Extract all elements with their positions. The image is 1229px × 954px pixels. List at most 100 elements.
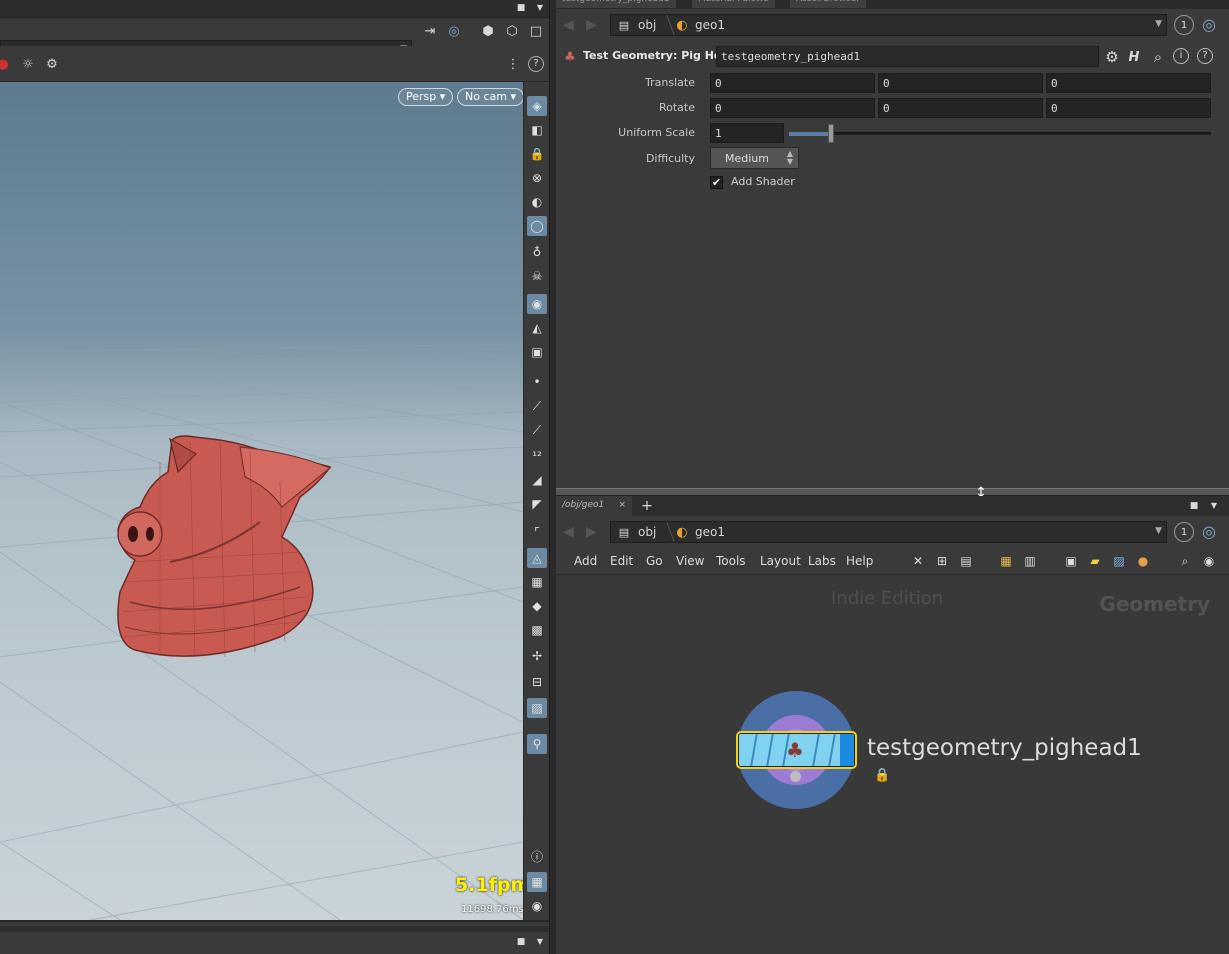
3d-viewport[interactable]: Persp ▾ No cam ▾ 5.1fpm 11698.76ms — [0, 82, 523, 920]
shading-icon[interactable]: ◉ — [527, 294, 547, 314]
target-icon[interactable]: ◎ — [446, 23, 462, 39]
network-box-icon[interactable]: ▣ — [1063, 553, 1079, 569]
rotate-x-field[interactable]: 0 — [710, 98, 875, 118]
info-icon[interactable]: i — [1173, 48, 1189, 64]
link-icon[interactable]: ◎ — [1199, 522, 1219, 542]
eye-icon[interactable]: ◉ — [527, 896, 547, 916]
camera-dropdown[interactable]: No cam ▾ — [457, 88, 523, 106]
help-icon[interactable]: ? — [528, 56, 544, 72]
display-mode-icon[interactable]: ◈ — [527, 96, 547, 116]
param-path-field[interactable]: ▤ obj ◐ geo1 ▼ — [610, 14, 1167, 36]
display-options-icon[interactable]: ⋮ — [504, 56, 522, 72]
checker-icon[interactable]: ▦ — [527, 572, 547, 592]
path-segment-obj[interactable]: obj — [638, 525, 656, 539]
menu-tools[interactable]: Tools — [716, 554, 746, 568]
list-icon[interactable]: ▤ — [958, 553, 974, 569]
pighead-node[interactable]: ♣ — [736, 731, 857, 769]
cubes-icon[interactable]: ⬡ — [504, 23, 520, 39]
point-icon[interactable]: • — [527, 372, 547, 392]
face-icon[interactable]: ◤ — [527, 494, 547, 514]
stack-icon[interactable]: ⊟ — [527, 672, 547, 692]
layout-index-button[interactable]: 1 — [1174, 15, 1194, 35]
lock-icon[interactable]: 🔒 — [527, 144, 547, 164]
forward-arrow-icon[interactable]: ▶ — [586, 524, 597, 540]
menu-help[interactable]: Help — [846, 554, 873, 568]
menu-labs[interactable]: Labs — [808, 554, 836, 568]
network-path-field[interactable]: ▤ obj ◐ geo1 ▼ — [610, 521, 1167, 543]
link-icon[interactable]: ◎ — [1199, 15, 1219, 35]
pin-icon[interactable]: ⇥ — [422, 23, 438, 39]
path-segment-obj[interactable]: obj — [638, 18, 656, 32]
panel-menu-icon[interactable]: ■ — [516, 936, 526, 948]
pane-splitter[interactable] — [549, 0, 556, 954]
node-name-field[interactable]: testgeometry_pighead1 — [716, 46, 1099, 67]
menu-add[interactable]: Add — [574, 554, 597, 568]
tab-asset-browser[interactable]: Asset Browser — [790, 0, 866, 8]
normal-icon[interactable]: ◢ — [527, 470, 547, 490]
add-shader-checkbox[interactable]: ✔ — [710, 176, 723, 189]
grid-icon[interactable]: ▦ — [998, 553, 1014, 569]
panel-menu-icon[interactable]: ■ — [1188, 500, 1200, 512]
translate-x-field[interactable]: 0 — [710, 73, 875, 93]
persp-dropdown[interactable]: Persp ▾ — [398, 88, 454, 106]
uv-icon[interactable]: ▩ — [527, 620, 547, 640]
rotate-y-field[interactable]: 0 — [878, 98, 1043, 118]
pin-location-icon[interactable]: ⚲ — [527, 734, 547, 754]
ground-icon[interactable]: ◬ — [527, 548, 547, 568]
hda-icon[interactable]: H — [1125, 48, 1143, 66]
tools-icon[interactable]: ✕ — [910, 553, 926, 569]
corner-icon[interactable]: ⌜ — [527, 522, 547, 542]
slider-handle[interactable] — [828, 124, 834, 143]
record-icon[interactable]: ● — [0, 57, 9, 71]
back-arrow-icon[interactable]: ◀ — [563, 17, 574, 33]
number-icon[interactable]: ¹² — [527, 446, 547, 466]
table-icon[interactable]: ▥ — [1022, 553, 1038, 569]
node-name-label[interactable]: testgeometry_pighead1 — [867, 735, 1142, 761]
hamburger-icon[interactable]: ● — [1135, 553, 1151, 569]
eye-icon[interactable]: ◉ — [1201, 553, 1217, 569]
info-icon[interactable]: ⓘ — [527, 846, 547, 866]
square-icon[interactable]: □ — [528, 23, 544, 39]
edge-icon[interactable]: ⟋ — [527, 396, 547, 416]
uniform-scale-field[interactable]: 1 — [710, 123, 784, 143]
menu-edit[interactable]: Edit — [610, 554, 633, 568]
translate-z-field[interactable]: 0 — [1046, 73, 1211, 93]
sticky-note-icon[interactable]: ▰ — [1087, 553, 1103, 569]
light-icon[interactable]: ◐ — [527, 192, 547, 212]
snap-icon[interactable]: ☼ — [19, 56, 37, 72]
camera-view-icon[interactable]: ◭ — [527, 318, 547, 338]
panel-arrow-icon[interactable]: ▼ — [535, 936, 545, 948]
grid-layout-icon[interactable]: ▦ — [527, 872, 547, 892]
panel-arrow-icon[interactable]: ▼ — [535, 2, 545, 14]
help-icon[interactable]: ? — [1197, 48, 1213, 64]
search-icon[interactable]: ⌕ — [1149, 48, 1167, 66]
search-icon[interactable]: ⌕ — [1177, 553, 1193, 569]
panel-menu-icon[interactable]: ■ — [516, 2, 526, 14]
close-view-icon[interactable]: ⊗ — [527, 168, 547, 188]
panel-arrow-icon[interactable]: ▼ — [1208, 500, 1220, 512]
layers-icon[interactable]: ◆ — [527, 596, 547, 616]
horizontal-splitter[interactable]: ↕ — [556, 486, 1229, 500]
network-editor[interactable]: Indie Edition Geometry ♣ testgeometry_pi… — [556, 574, 1229, 954]
path-segment-geo1[interactable]: geo1 — [695, 525, 725, 539]
rotate-z-field[interactable]: 0 — [1046, 98, 1211, 118]
menu-view[interactable]: View — [676, 554, 704, 568]
layout-index-button[interactable]: 1 — [1174, 522, 1194, 542]
translate-y-field[interactable]: 0 — [878, 73, 1043, 93]
vertex-icon[interactable]: ⟋ — [527, 420, 547, 440]
bulb-icon[interactable]: ◯ — [527, 216, 547, 236]
tree-icon[interactable]: ⊞ — [934, 553, 950, 569]
gear-icon[interactable]: ⚙ — [1103, 48, 1121, 66]
visibility-icon[interactable]: ◧ — [527, 120, 547, 140]
path-segment-geo1[interactable]: geo1 — [695, 18, 725, 32]
settings-box-icon[interactable]: ⚙ — [43, 56, 61, 72]
back-arrow-icon[interactable]: ◀ — [563, 524, 574, 540]
close-tab-icon[interactable]: × — [618, 500, 626, 510]
plus-icon[interactable]: + — [640, 499, 654, 513]
light-bulb-icon[interactable]: ♁ — [527, 242, 547, 262]
camera-icon[interactable]: ▣ — [527, 342, 547, 362]
tab-network[interactable]: /obj/geo1 × — [556, 496, 632, 516]
cube-icon[interactable]: ⬢ — [480, 23, 496, 39]
forward-arrow-icon[interactable]: ▶ — [586, 17, 597, 33]
difficulty-menu[interactable]: Medium ▲ ▼ — [710, 147, 799, 169]
